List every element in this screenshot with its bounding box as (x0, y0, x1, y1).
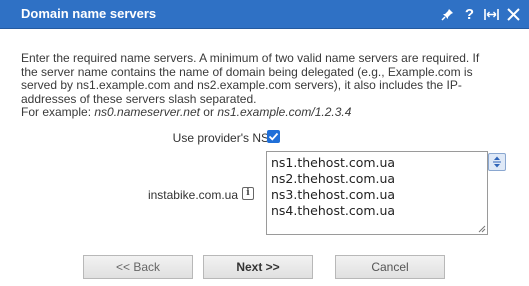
info-icon[interactable]: i (242, 187, 254, 200)
expand-textarea-button[interactable] (488, 153, 506, 171)
use-provider-ns-label: Use provider's NS (172, 131, 269, 145)
cancel-button[interactable]: Cancel (335, 255, 445, 279)
description: Enter the required name servers. A minim… (21, 51, 516, 120)
resize-grip-icon[interactable] (477, 224, 486, 233)
example-2: ns1.example.com/1.2.3.4 (217, 105, 352, 119)
description-line: the server name contains the name of dom… (21, 64, 473, 79)
title-tools: ? (439, 3, 522, 25)
nameserver-line: ns2.thehost.com.ua (271, 171, 396, 186)
help-icon[interactable]: ? (461, 3, 478, 25)
use-provider-ns-checkbox[interactable] (267, 130, 280, 143)
expand-icon[interactable] (483, 3, 500, 25)
close-icon[interactable] (505, 3, 522, 25)
example-line: For example: ns0.nameserver.net or ns1.e… (21, 105, 516, 120)
dialog-title: Domain name servers (21, 6, 157, 21)
example-or: or (199, 105, 218, 119)
description-line: addresses of these servers slash separat… (21, 91, 257, 106)
nameserver-line: ns3.thehost.com.ua (271, 187, 396, 202)
description-line: Enter the required name servers. A minim… (21, 51, 480, 65)
nameservers-textarea[interactable]: ns1.thehost.com.ua ns2.thehost.com.ua ns… (266, 151, 488, 235)
nameserver-line: ns4.thehost.com.ua (271, 203, 396, 218)
expand-vertical-icon (493, 156, 501, 168)
pin-icon[interactable] (439, 3, 456, 25)
example-1: ns0.nameserver.net (94, 105, 200, 119)
example-prefix: For example: (21, 105, 95, 119)
nameserver-line: ns1.thehost.com.ua (271, 155, 396, 170)
checkmark-icon (268, 132, 279, 141)
description-line: served by ns1.example.com and ns2.exampl… (21, 78, 462, 92)
next-button[interactable]: Next >> (203, 255, 313, 279)
domain-label: instabike.com.ua (147, 188, 238, 202)
dialog-title-bar: Domain name servers ? (0, 0, 529, 29)
back-button[interactable]: << Back (83, 255, 193, 279)
